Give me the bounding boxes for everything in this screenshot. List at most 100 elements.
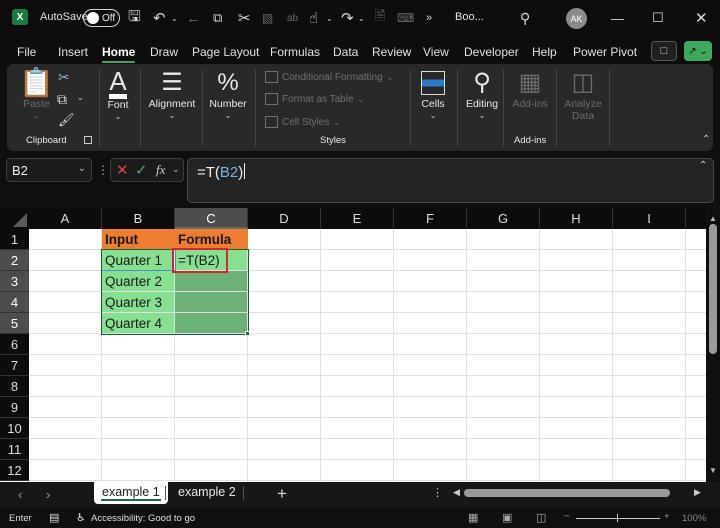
column-header-g[interactable]: G <box>467 208 540 229</box>
save-icon[interactable]: 🖫 <box>128 8 141 27</box>
dialog-launcher-icon[interactable] <box>84 136 92 144</box>
column-header-a[interactable]: A <box>29 208 102 229</box>
sheet-tab-example-1[interactable]: example 1 <box>94 482 168 504</box>
column-header-b[interactable]: B <box>102 208 175 229</box>
next-sheet-icon[interactable]: › <box>46 487 50 502</box>
collapse-ribbon-icon[interactable]: ⌃ <box>702 134 710 145</box>
tab-split-handle[interactable]: ⋮ <box>432 486 443 499</box>
column-header-e[interactable]: E <box>321 208 394 229</box>
back-arrow-icon[interactable]: ← <box>186 9 201 27</box>
autosave-toggle[interactable]: Off <box>83 9 120 27</box>
number-button[interactable]: % Number ⌄ <box>208 68 248 120</box>
scroll-up-icon[interactable]: ▲ <box>709 214 717 223</box>
more-icon[interactable]: » <box>426 9 432 27</box>
cell-b3[interactable]: Quarter 2 <box>102 271 174 291</box>
row-header-9[interactable]: 9 <box>0 397 29 418</box>
row-header-7[interactable]: 7 <box>0 355 29 376</box>
undo-dropdown-icon[interactable]: ⌄ <box>171 9 178 27</box>
format-painter-icon[interactable]: ▧ <box>262 9 273 27</box>
column-header-c[interactable]: C <box>175 208 248 229</box>
tab-page-layout[interactable]: Page Layout <box>192 45 259 59</box>
cancel-icon[interactable]: ✕ <box>116 161 129 179</box>
keyboard-icon[interactable]: ⌨ <box>397 9 414 27</box>
zoom-out-button[interactable]: − <box>564 511 570 522</box>
row-header-2[interactable]: 2 <box>0 250 29 271</box>
cut-icon[interactable]: ✂ <box>238 9 251 27</box>
copy-icon[interactable]: ⧉ <box>213 9 222 27</box>
conditional-formatting-button[interactable]: Conditional Formatting ⌄ <box>265 71 393 83</box>
cell-c5[interactable] <box>175 313 247 333</box>
redo-dropdown-icon[interactable]: ⌄ <box>358 9 365 27</box>
macro-recording-icon[interactable]: ▤ <box>49 511 59 524</box>
tab-draw[interactable]: Draw <box>150 45 178 59</box>
tab-insert[interactable]: Insert <box>58 45 88 59</box>
font-button[interactable]: A Font ⌄ <box>104 68 132 121</box>
name-box[interactable]: B2 ⌄ <box>6 158 92 182</box>
tab-data[interactable]: Data <box>333 45 358 59</box>
row-header-3[interactable]: 3 <box>0 271 29 292</box>
worksheet-grid[interactable]: A B C D E F G H I 1 2 3 4 5 6 7 8 9 10 1… <box>0 208 706 482</box>
zoom-level[interactable]: 100% <box>682 513 706 524</box>
select-all-button[interactable] <box>0 208 29 229</box>
tab-developer[interactable]: Developer <box>464 45 519 59</box>
cut-icon[interactable]: ✂ <box>58 69 70 86</box>
scroll-down-icon[interactable]: ▼ <box>709 466 717 475</box>
cell-b5[interactable]: Quarter 4 <box>102 313 174 333</box>
format-as-table-button[interactable]: Format as Table ⌄ <box>265 93 364 105</box>
spelling-icon[interactable]: ab <box>287 9 298 27</box>
close-icon[interactable]: ✕ <box>695 9 708 27</box>
column-header-d[interactable]: D <box>248 208 321 229</box>
cell-b1[interactable]: Input <box>102 229 175 250</box>
chevron-down-icon[interactable]: ⌄ <box>172 164 180 175</box>
column-header-j[interactable] <box>686 208 706 229</box>
touch-mode-icon[interactable]: ☝ <box>309 9 318 27</box>
format-painter-icon[interactable]: 🖌 <box>58 112 75 128</box>
tab-file[interactable]: File <box>17 45 36 59</box>
paste-button[interactable]: 📋 Paste ⌄ <box>19 68 54 121</box>
cell-c3[interactable] <box>175 271 247 291</box>
touch-dropdown-icon[interactable]: ⌄ <box>326 9 333 27</box>
row-header-8[interactable]: 8 <box>0 376 29 397</box>
zoom-slider[interactable] <box>576 518 660 519</box>
tab-formulas[interactable]: Formulas <box>270 45 320 59</box>
undo-icon[interactable]: ↶ <box>153 9 166 27</box>
tab-view[interactable]: View <box>423 45 449 59</box>
zoom-slider-thumb[interactable] <box>617 514 618 522</box>
redo-icon[interactable]: ↷ <box>341 9 354 27</box>
accessibility-status[interactable]: Accessibility: Good to go <box>91 513 195 524</box>
horizontal-scroll-thumb[interactable] <box>464 489 670 497</box>
chevron-down-icon[interactable]: ⌄ <box>78 163 86 174</box>
column-header-f[interactable]: F <box>394 208 467 229</box>
editing-button[interactable]: ⚲ Editing ⌄ <box>462 68 502 120</box>
share-button[interactable]: ↗ ⌄ <box>684 41 712 61</box>
enter-icon[interactable]: ✓ <box>135 161 148 179</box>
tab-power-pivot[interactable]: Power Pivot <box>573 45 637 59</box>
row-header-12[interactable]: 12 <box>0 460 29 481</box>
avatar[interactable]: AK <box>566 8 587 29</box>
scroll-left-icon[interactable]: ◀ <box>453 487 460 498</box>
row-header-5[interactable]: 5 <box>0 313 29 334</box>
more-options-icon[interactable]: ⋮ <box>97 163 109 177</box>
tab-review[interactable]: Review <box>372 45 411 59</box>
workbook-title[interactable]: Boo... <box>455 11 484 23</box>
sheet-tab-example-2[interactable]: example 2 <box>170 482 244 504</box>
comments-button[interactable]: □ <box>651 41 677 61</box>
scroll-right-icon[interactable]: ▶ <box>694 487 701 498</box>
cell-c1[interactable]: Formula <box>175 229 248 250</box>
search-icon[interactable]: ⚲ <box>520 9 530 27</box>
formula-input[interactable]: =T(B2) <box>187 158 714 203</box>
zoom-in-button[interactable]: + <box>664 511 670 522</box>
cells-button[interactable]: Cells ⌄ <box>415 68 451 120</box>
tab-help[interactable]: Help <box>532 45 557 59</box>
add-ins-button[interactable]: ▦ Add-ins <box>508 68 552 110</box>
row-header-4[interactable]: 4 <box>0 292 29 313</box>
collapse-formula-bar-icon[interactable]: ⌃ <box>699 160 707 171</box>
minimize-icon[interactable]: — <box>611 9 624 27</box>
new-file-icon[interactable]: 🗎 <box>375 8 385 27</box>
tab-home[interactable]: Home <box>102 45 136 63</box>
copy-icon[interactable]: ⧉ <box>57 91 67 108</box>
row-header-6[interactable]: 6 <box>0 334 29 355</box>
column-header-h[interactable]: H <box>540 208 613 229</box>
maximize-icon[interactable]: ☐ <box>652 9 664 27</box>
insert-function-icon[interactable]: fx <box>156 162 165 178</box>
